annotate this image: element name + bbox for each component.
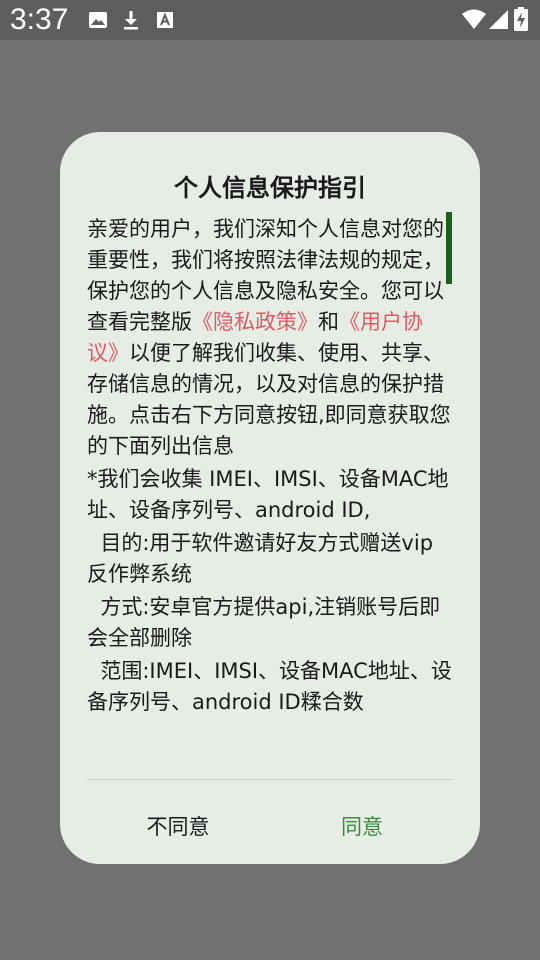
download-icon xyxy=(121,10,141,30)
method-line: 方式:安卓官方提供api,注销账号后即会全部删除 xyxy=(87,595,441,650)
purpose-line: 目的:用于软件邀请好友方式赠送vip反作弊系统 xyxy=(87,531,434,586)
agree-button[interactable]: 同意 xyxy=(272,804,452,848)
disagree-button[interactable]: 不同意 xyxy=(88,804,268,848)
image-icon xyxy=(88,10,108,30)
wifi-icon xyxy=(461,8,487,30)
dialog-title: 个人信息保护指引 xyxy=(174,174,366,202)
scope-line: 范围:IMEI、IMSI、设备MAC地址、设备序列号、android ID糅合数 xyxy=(87,659,452,714)
status-bar: 3:37 xyxy=(0,0,540,40)
signal-icon xyxy=(487,8,509,30)
intro-tail-text: 以便了解我们收集、使用、共享、存储信息的情况，以及对信息的保护措施。点击右下方同… xyxy=(87,341,451,458)
scrollbar-thumb[interactable] xyxy=(446,212,452,284)
text-a-icon xyxy=(155,10,175,30)
divider xyxy=(87,779,453,780)
privacy-policy-link[interactable]: 《隐私政策》 xyxy=(192,310,318,334)
collect-line: *我们会收集 IMEI、IMSI、设备MAC地址、设备序列号、android I… xyxy=(87,467,449,522)
intro-paragraph: 亲爱的用户，我们深知个人信息对您的重要性，我们将按照法律法规的规定，保护您的个人… xyxy=(87,214,453,462)
privacy-dialog: 个人信息保护指引 亲爱的用户，我们深知个人信息对您的重要性，我们将按照法律法规的… xyxy=(60,132,480,864)
screen: 3:37 个人信息保护指引 亲爱的用户，我们深知个人信息对您的重要性，我们将按照… xyxy=(0,0,540,960)
status-time: 3:37 xyxy=(10,3,69,36)
dialog-body[interactable]: 亲爱的用户，我们深知个人信息对您的重要性，我们将按照法律法规的规定，保护您的个人… xyxy=(87,214,453,774)
between-links-text: 和 xyxy=(318,310,339,334)
battery-charging-icon xyxy=(514,7,528,31)
